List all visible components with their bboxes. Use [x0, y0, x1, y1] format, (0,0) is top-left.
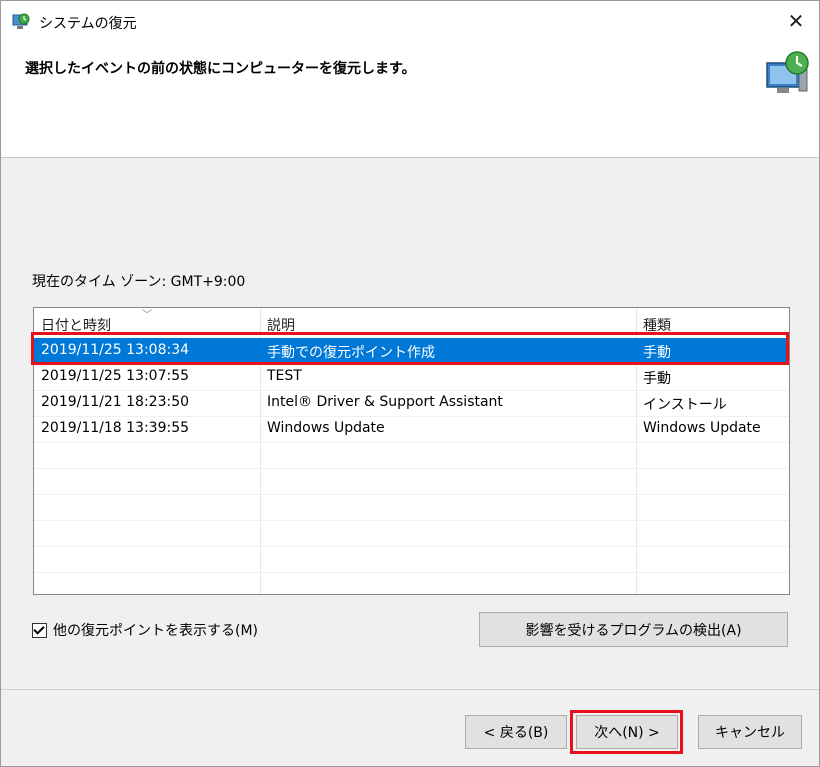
row-date: 2019/11/18 13:39:55 [41, 420, 190, 436]
header-panel: 選択したイベントの前の状態にコンピューターを復元します。 [1, 41, 819, 158]
empty-row [34, 468, 789, 495]
empty-row [34, 442, 789, 469]
close-button[interactable]: ✕ [773, 1, 819, 41]
empty-row [34, 546, 789, 573]
back-button[interactable]: < 戻る(B) [465, 715, 567, 749]
table-row[interactable]: 2019/11/18 13:39:55 Windows Update Windo… [34, 416, 789, 443]
empty-row [34, 520, 789, 547]
show-more-label[interactable]: 他の復元ポイントを表示する(M) [53, 620, 258, 640]
show-more-checkbox[interactable] [32, 622, 47, 638]
row-description: TEST [267, 368, 302, 384]
computer-restore-icon [766, 51, 809, 93]
system-restore-window: システムの復元 ✕ 選択したイベントの前の状態にコンピューターを復元します。 現… [0, 0, 820, 767]
row-description: Intel® Driver & Support Assistant [267, 394, 503, 410]
header-instruction: 選択したイベントの前の状態にコンピューターを復元します。 [25, 61, 416, 77]
table-row[interactable]: 2019/11/21 18:23:50 Intel® Driver & Supp… [34, 390, 789, 417]
row-type: 手動 [643, 371, 671, 387]
window-title: システムの復元 [39, 16, 137, 32]
row-date: 2019/11/25 13:07:55 [41, 368, 190, 384]
detect-affected-programs-button[interactable]: 影響を受けるプログラムの検出(A) [479, 612, 788, 647]
empty-row [34, 494, 789, 521]
next-button-highlight [570, 710, 683, 754]
row-date: 2019/11/21 18:23:50 [41, 394, 190, 410]
title-bar: システムの復元 ✕ [1, 1, 819, 41]
row-type: Windows Update [643, 420, 761, 436]
show-more-checkbox-row[interactable]: 他の復元ポイントを表示する(M) [32, 620, 258, 640]
selected-row-highlight [31, 332, 789, 365]
list-header: 日付と時刻 ﹀ 説明 種類 [34, 308, 789, 335]
table-row[interactable]: 2019/11/25 13:07:55 TEST 手動 [34, 364, 789, 391]
row-description: Windows Update [267, 420, 385, 436]
timezone-label: 現在のタイム ゾーン: GMT+9:00 [32, 274, 246, 290]
footer-divider [1, 689, 819, 690]
cancel-button[interactable]: キャンセル [698, 715, 802, 749]
system-restore-icon [12, 13, 30, 29]
row-type: インストール [643, 397, 727, 413]
sort-chevron-icon: ﹀ [142, 310, 152, 321]
close-icon: ✕ [787, 9, 805, 33]
